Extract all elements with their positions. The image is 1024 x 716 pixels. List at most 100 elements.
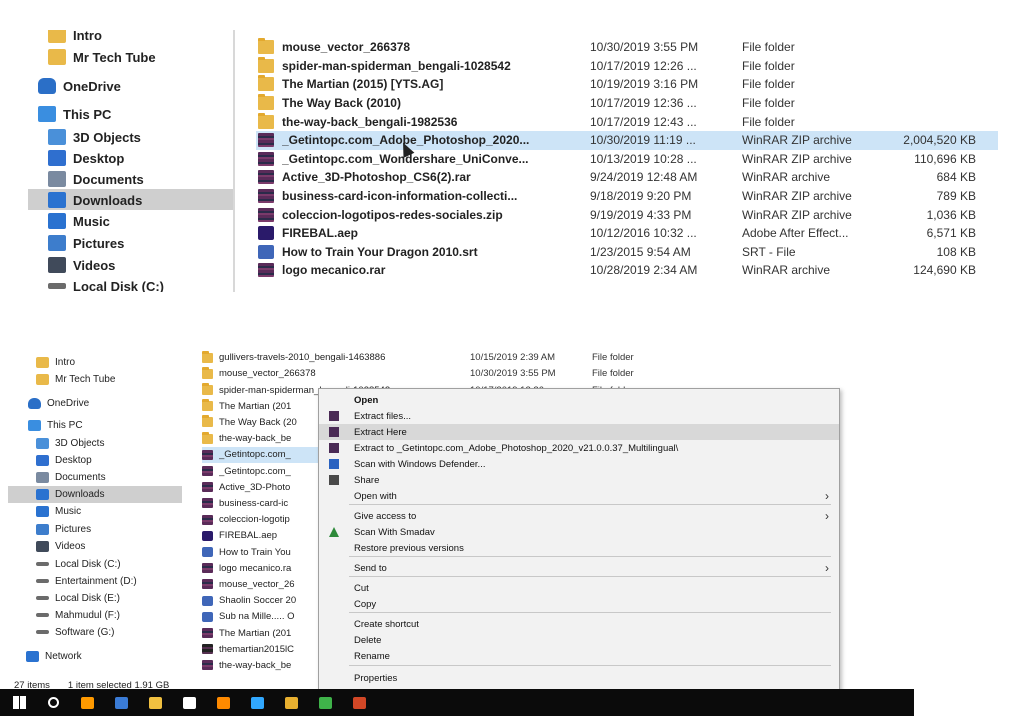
file-row[interactable]: logo mecanico.rar 10/28/2019 2:34 AM WinRA… [256,261,998,280]
file-row[interactable]: _Getintopc.com_Adobe_Photoshop_2020... 10… [256,131,998,150]
file-date: 10/12/2016 10:32 ... [590,226,697,241]
chrome-icon[interactable] [278,689,305,716]
file-row[interactable]: Active_3D-Photoshop_CS6(2).rar 9/24/2019 … [256,168,998,187]
menu-item-cut[interactable]: Cut [319,580,839,596]
sidebar-item-intro[interactable]: Intro [36,354,75,370]
sidebar-item-intro[interactable]: Intro [48,30,102,46]
file-row[interactable]: Active_3D-Photo [202,480,320,495]
menu-item-create-shortcut[interactable]: Create shortcut [319,616,839,632]
pane-divider[interactable] [233,30,235,292]
file-size: 124,690 KB [913,263,976,278]
file-row[interactable]: The Way Back (20 [202,415,320,430]
powerpoint-icon[interactable] [346,689,373,716]
file-type: File folder [742,96,795,111]
sidebar-item-label: Desktop [73,150,125,166]
illustrator-icon-glyph [81,696,94,709]
menu-item-open[interactable]: Open [319,392,839,408]
sidebar-item-mr-tech-tube[interactable]: Mr Tech Tube [48,46,156,68]
sidebar-item-pictures[interactable]: Pictures [48,232,124,254]
illustrator-icon[interactable] [74,689,101,716]
sidebar-item-videos[interactable]: Videos [36,538,85,554]
sidebar-item-local-disk-c-[interactable]: Local Disk (C:) [36,556,121,572]
menu-item-give-access-to[interactable]: Give access to › [319,508,839,524]
file-row[interactable]: Sub na Mille..... O [202,609,320,624]
file-row[interactable]: The Martian (201 [202,399,320,414]
menu-item-delete[interactable]: Delete [319,632,839,648]
file-manager-icon[interactable] [108,689,135,716]
menu-item-scan-with-smadav[interactable]: Scan With Smadav [319,524,839,540]
menu-separator [349,665,831,666]
menu-item-send-to[interactable]: Send to › [319,560,839,576]
sidebar-item-downloads[interactable]: Downloads [48,189,142,211]
file-row[interactable]: business-card-ic [202,496,320,511]
explorer-icon[interactable] [142,689,169,716]
winrar-archive-icon [202,449,213,460]
sidebar-item-onedrive[interactable]: OneDrive [28,395,89,411]
windows-start-icon[interactable] [6,689,33,716]
menu-item-extract-to-getintopc-com-adobe-photoshop[interactable]: Extract to _Getintopc.com_Adobe_Photosho… [319,440,839,456]
file-row[interactable]: gullivers-travels-2010_bengali-1463886 10… [202,350,662,365]
sidebar-item-downloads[interactable]: Downloads [36,486,104,502]
sidebar-item-mahmudul-f-[interactable]: Mahmudul (F:) [36,607,120,623]
menu-item-restore-previous-versions[interactable]: Restore previous versions [319,540,839,556]
menu-item-extract-files[interactable]: Extract files... [319,408,839,424]
file-row[interactable]: coleccion-logotip [202,512,320,527]
navigation-pane: Intro Mr Tech Tube OneDrive This PC 3D Objec… [0,346,190,691]
file-row[interactable]: mouse_vector_266378 10/30/2019 3:55 PM Fil… [202,366,662,381]
sidebar-item-3d-objects[interactable]: 3D Objects [36,435,104,451]
file-row[interactable]: How to Train Your Dragon 2010.srt 1/23/20… [256,243,998,262]
sidebar-item-desktop[interactable]: Desktop [48,147,124,169]
sidebar-item-local-disk-e-[interactable]: Local Disk (E:) [36,590,120,606]
file-row[interactable]: The Martian (2015) [YTS.AG] 10/19/2019 3:… [256,75,998,94]
file-row[interactable]: _Getintopc.com_ [202,463,320,478]
file-row[interactable]: the-way-back_be [202,431,320,446]
sidebar-item-documents[interactable]: Documents [36,469,106,485]
sidebar-item-network[interactable]: Network [26,648,82,664]
sidebar-item-documents[interactable]: Documents [48,168,144,190]
file-row[interactable]: mouse_vector_266378 10/30/2019 3:55 PM Fil… [256,38,998,57]
photoshop-icon[interactable] [244,689,271,716]
file-row[interactable]: coleccion-logotipos-redes-sociales.zip 9/… [256,205,998,224]
menu-item-share[interactable]: Share [319,472,839,488]
file-row[interactable]: How to Train You [202,544,320,559]
cortana-icon[interactable] [40,689,67,716]
file-row[interactable]: mouse_vector_26 [202,577,320,592]
sidebar-item-entertainment-d-[interactable]: Entertainment (D:) [36,573,137,589]
sidebar-item-mr-tech-tube[interactable]: Mr Tech Tube [36,371,115,387]
file-row[interactable]: The Way Back (2010) 10/17/2019 12:36 ... F… [256,94,998,113]
file-row[interactable]: logo mecanico.ra [202,561,320,576]
mail-icon[interactable] [176,689,203,716]
file-row[interactable]: FIREBAL.aep 10/12/2016 10:32 ... Adobe Aft… [256,224,998,243]
sidebar-item-videos[interactable]: Videos [48,254,115,276]
vlc-icon[interactable] [210,689,237,716]
camtasia-icon[interactable] [312,689,339,716]
sidebar-item-music[interactable]: Music [48,210,110,232]
menu-item-properties[interactable]: Properties [319,670,839,686]
file-row[interactable]: The Martian (201 [202,625,320,640]
file-row[interactable]: _Getintopc.com_ [202,447,320,463]
file-row[interactable]: Shaolin Soccer 20 [202,593,320,608]
sidebar-item-desktop[interactable]: Desktop [36,452,92,468]
file-row[interactable]: themartian2015lC [202,642,320,657]
file-row[interactable]: the-way-back_be [202,658,320,673]
menu-item-label: Extract files... [354,410,412,422]
menu-item-scan-with-windows-defender[interactable]: Scan with Windows Defender... [319,456,839,472]
menu-item-copy[interactable]: Copy [319,596,839,612]
sidebar-item-software-g-[interactable]: Software (G:) [36,624,114,640]
file-row[interactable]: the-way-back_bengali-1982536 10/17/2019 1… [256,112,998,131]
file-row[interactable]: FIREBAL.aep [202,528,320,543]
file-row[interactable]: _Getintopc.com_Wondershare_UniConve... 10… [256,150,998,169]
file-row[interactable]: business-card-icon-information-collecti.… [256,187,998,206]
menu-item-extract-here[interactable]: Extract Here [319,424,839,440]
sidebar-item-3d-objects[interactable]: 3D Objects [48,126,141,148]
sidebar-item-this-pc[interactable]: This PC [38,103,111,125]
menu-item-open-with[interactable]: Open with › [319,488,839,504]
sidebar-item-onedrive[interactable]: OneDrive [38,75,121,97]
file-row[interactable]: spider-man-spiderman_bengali-1028542 10/1… [256,56,998,76]
menu-item-rename[interactable]: Rename [319,648,839,664]
sidebar-item-pictures[interactable]: Pictures [36,521,91,537]
sidebar-item-local-disk-c-[interactable]: Local Disk (C:) [48,275,164,292]
file-name: The Way Back (2010) [282,96,401,111]
sidebar-item-this-pc[interactable]: This PC [28,417,83,433]
sidebar-item-music[interactable]: Music [36,503,81,519]
